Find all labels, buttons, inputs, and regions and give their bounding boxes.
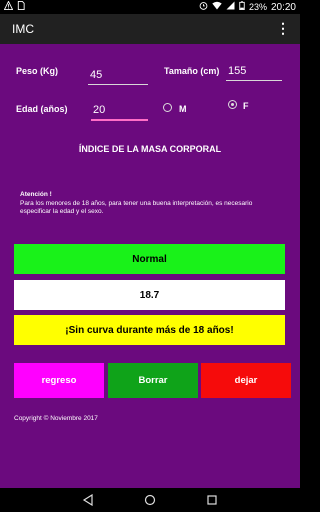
navigation-bar [0, 488, 300, 512]
sex-radio-f[interactable] [228, 100, 237, 109]
exit-button[interactable]: dejar [201, 363, 291, 398]
height-label: Tamaño (cm) [164, 66, 220, 76]
app-title: IMC [12, 22, 34, 36]
notice-title: Atención ! [20, 191, 52, 198]
copyright-text: Copyright © Noviembre 2017 [14, 415, 98, 422]
clear-button[interactable]: Borrar [108, 363, 198, 398]
alarm-icon [199, 1, 208, 13]
bmi-status-box: Normal [14, 244, 285, 274]
notice: Atención ! Para los menores de 18 años, … [20, 191, 280, 217]
sex-radio-m[interactable] [163, 103, 172, 112]
back-nav-icon[interactable] [80, 492, 96, 508]
sex-radio-f-label: F [243, 101, 249, 111]
bmi-form: Peso (Kg) Tamaño (cm) Edad (años) M F ÍN… [0, 44, 300, 488]
recent-apps-nav-icon[interactable] [204, 492, 220, 508]
bmi-warning-box: ¡Sin curva durante más de 18 años! [14, 315, 285, 345]
bmi-value-box: 18.7 [14, 280, 285, 310]
age-input[interactable] [91, 101, 148, 121]
back-button[interactable]: regreso [14, 363, 104, 398]
overflow-menu-icon[interactable]: ⋮ [276, 20, 290, 36]
status-bar: 23% 20:20 [0, 0, 300, 14]
battery-icon [239, 1, 245, 13]
notice-text: Para los menores de 18 años, para tener … [20, 199, 253, 216]
app-bar: IMC ⋮ [0, 14, 300, 44]
clock: 20:20 [270, 1, 296, 13]
sim-icon [17, 1, 25, 13]
height-input[interactable] [226, 61, 282, 81]
weight-label: Peso (Kg) [16, 66, 59, 76]
warning-icon [3, 0, 14, 13]
home-nav-icon[interactable] [142, 492, 158, 508]
section-title: ÍNDICE DE LA MASA CORPORAL [78, 144, 222, 154]
sex-radio-m-label: M [179, 104, 187, 114]
wifi-icon [212, 1, 222, 13]
weight-input[interactable] [88, 65, 148, 85]
signal-icon [226, 1, 235, 13]
battery-percent: 23% [248, 2, 267, 12]
age-label: Edad (años) [16, 104, 68, 114]
